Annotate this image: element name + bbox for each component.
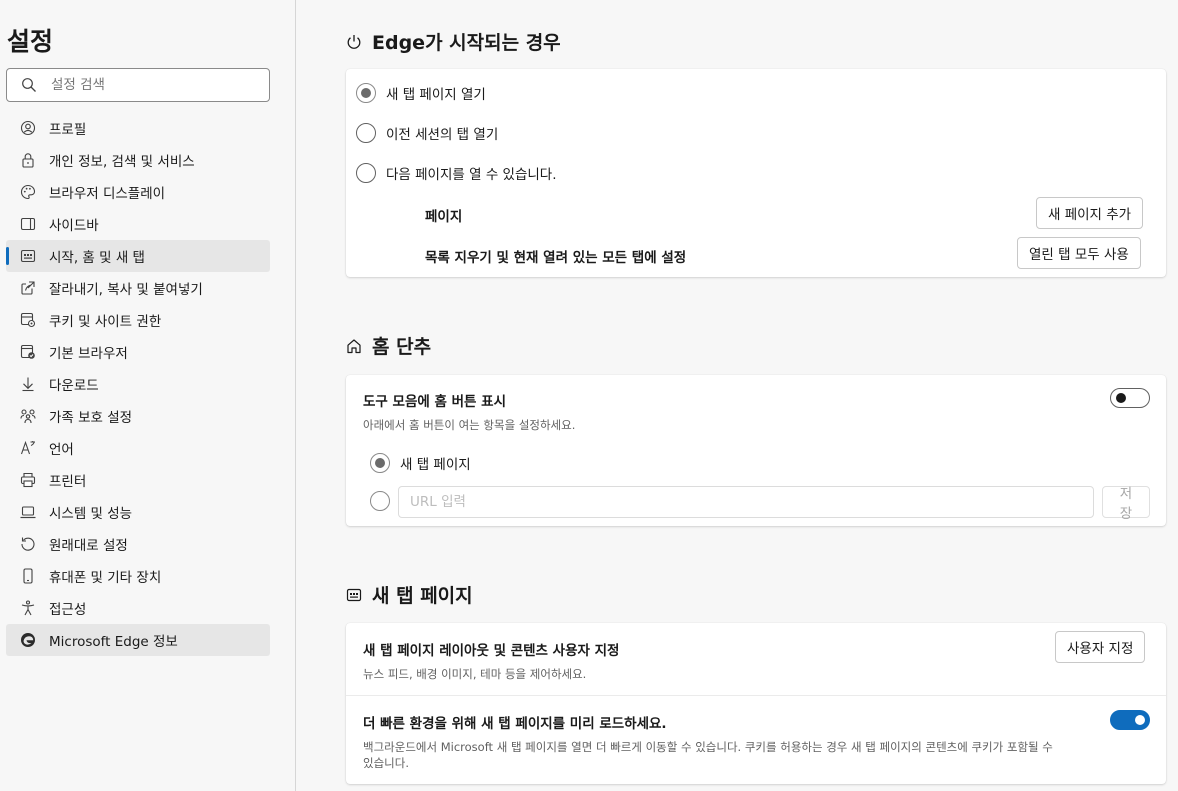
sidebar-item-label: 쿠키 및 사이트 권한 [49,314,162,330]
option-label: 다음 페이지를 열 수 있습니다. [386,167,557,183]
option-label: 새 탭 페이지 열기 [386,87,486,103]
printer-icon [20,472,36,488]
language-icon [20,440,35,455]
row-divider [346,695,1166,696]
sidebar-item-label: 개인 정보, 검색 및 서비스 [49,154,195,170]
sidebar-item-label: Microsoft Edge 정보 [49,634,178,650]
sidebar-item-privacy[interactable]: 개인 정보, 검색 및 서비스 [6,144,270,176]
home-option-new-tab[interactable]: 새 탭 페이지 [370,453,471,473]
sidebar-item-label: 접근성 [49,602,87,618]
customize-newtab-description: 뉴스 피드, 배경 이미지, 테마 등을 제어하세요. [363,667,587,681]
pages-label: 페이지 [425,209,463,225]
reset-icon [21,537,35,551]
start-home-icon [20,249,36,263]
newtab-section-title: 새 탭 페이지 [346,581,473,608]
sidebar-item-sidebar[interactable]: 사이드바 [6,208,270,240]
sidebar-item-accessibility[interactable]: 접근성 [6,592,270,624]
radio-button[interactable] [356,123,376,143]
sidebar-item-label: 기본 브라우저 [49,346,128,362]
search-icon [22,78,36,92]
sidebar-item-system-performance[interactable]: 시스템 및 성능 [6,496,270,528]
sidebar-item-about-edge[interactable]: Microsoft Edge 정보 [6,624,270,656]
sidebar-item-label: 잘라내기, 복사 및 붙여넣기 [49,282,203,298]
home-section-title: 홈 단추 [346,332,431,359]
sidebar-icon [20,217,36,231]
sidebar-item-label: 브라우저 디스플레이 [49,186,166,202]
sidebar-item-family[interactable]: 가족 보호 설정 [6,400,270,432]
sidebar-item-label: 언어 [49,442,74,458]
sidebar-item-start-home-newtab[interactable]: 시작, 홈 및 새 탭 [6,240,270,272]
section-title-text: 홈 단추 [372,336,432,358]
share-icon [21,281,35,295]
sidebar-item-phone-devices[interactable]: 휴대폰 및 기타 장치 [6,560,270,592]
sidebar-item-label: 시스템 및 성능 [49,506,133,522]
show-home-button-toggle[interactable] [1110,388,1150,408]
sidebar-item-label: 프로필 [49,122,87,138]
sidebar-item-label: 프린터 [49,474,87,490]
palette-icon [20,184,36,200]
show-home-button-label: 도구 모음에 홈 버튼 표시 [363,394,506,410]
preload-newtab-description-line1: 백그라운드에서 Microsoft 새 탭 페이지를 열면 더 빠르게 이동할 … [363,740,1053,754]
option-label: 이전 세션의 탭 열기 [386,127,499,143]
download-icon [22,377,34,392]
startup-option-new-tab[interactable]: 새 탭 페이지 열기 [356,83,486,103]
sidebar-item-label: 가족 보호 설정 [49,410,133,426]
home-icon [347,338,361,353]
newtab-card: 새 탭 페이지 레이아웃 및 콘텐츠 사용자 지정 뉴스 피드, 배경 이미지,… [346,623,1166,784]
sidebar-item-languages[interactable]: 언어 [6,432,270,464]
startup-card: 새 탭 페이지 열기 이전 세션의 탭 열기 다음 페이지를 열 수 있습니다.… [346,69,1166,277]
startup-option-previous-session[interactable]: 이전 세션의 탭 열기 [356,123,498,143]
sidebar-item-appearance[interactable]: 브라우저 디스플레이 [6,176,270,208]
sidebar-item-default-browser[interactable]: 기본 브라우저 [6,336,270,368]
sidebar-item-share-copy-paste[interactable]: 잘라내기, 복사 및 붙여넣기 [6,272,270,304]
family-icon [20,409,36,424]
option-label: 새 탭 페이지 [400,457,471,473]
customize-newtab-label: 새 탭 페이지 레이아웃 및 콘텐츠 사용자 지정 [363,643,620,659]
sidebar-item-label: 원래대로 설정 [49,538,128,554]
settings-title: 설정 [7,27,54,56]
sidebar: 설정 프로필 개인 정보, 검색 및 서비스 [0,0,296,791]
section-title-text: Edge가 시작되는 경우 [372,32,561,54]
lock-icon [22,153,34,168]
sidebar-item-printers[interactable]: 프린터 [6,464,270,496]
sidebar-item-label: 사이드바 [49,218,99,234]
radio-button[interactable] [356,163,376,183]
startup-option-specific-pages[interactable]: 다음 페이지를 열 수 있습니다. [356,163,557,183]
show-home-button-description: 아래에서 홈 버튼이 여는 항목을 설정하세요. [363,418,576,432]
customize-button[interactable]: 사용자 지정 [1055,631,1146,663]
clear-list-label: 목록 지우기 및 현재 열려 있는 모든 탭에 설정 [425,250,687,266]
startup-section-title: Edge가 시작되는 경우 [346,28,561,55]
accessibility-icon [21,600,35,616]
new-tab-page-icon [346,588,362,601]
use-all-open-tabs-button[interactable]: 열린 탭 모두 사용 [1017,237,1141,269]
home-card: 도구 모음에 홈 버튼 표시 아래에서 홈 버튼이 여는 항목을 설정하세요. … [346,375,1166,526]
power-icon [347,34,361,49]
save-button[interactable]: 저장 [1102,486,1150,522]
phone-icon [23,568,33,584]
sidebar-item-downloads[interactable]: 다운로드 [6,368,270,400]
sidebar-item-cookies-permissions[interactable]: 쿠키 및 사이트 권한 [6,304,270,336]
search-box[interactable] [6,68,270,102]
search-input[interactable] [51,77,261,93]
preload-newtab-label: 더 빠른 환경을 위해 새 탭 페이지를 미리 로드하세요. [363,716,667,732]
home-option-url-radio[interactable] [370,491,390,511]
default-browser-icon [20,344,35,359]
url-input[interactable] [398,486,1094,518]
radio-button[interactable] [370,453,390,473]
sidebar-nav: 프로필 개인 정보, 검색 및 서비스 브라우저 디스플레이 사이드바 시작, … [6,112,270,656]
profile-icon [20,120,36,136]
sidebar-item-label: 다운로드 [49,378,99,394]
sidebar-item-profile[interactable]: 프로필 [6,112,270,144]
sidebar-item-label: 휴대폰 및 기타 장치 [49,570,162,586]
laptop-icon [20,506,36,519]
preload-newtab-toggle[interactable] [1110,710,1150,730]
section-title-text: 새 탭 페이지 [372,585,473,607]
edge-logo-icon [21,633,35,647]
sidebar-item-reset[interactable]: 원래대로 설정 [6,528,270,560]
sidebar-item-label: 시작, 홈 및 새 탭 [49,250,145,266]
cookie-permissions-icon [20,312,36,328]
add-new-page-button[interactable]: 새 페이지 추가 [1036,197,1144,229]
preload-newtab-description-line2: 있습니다. [363,756,409,770]
radio-button[interactable] [356,83,376,103]
